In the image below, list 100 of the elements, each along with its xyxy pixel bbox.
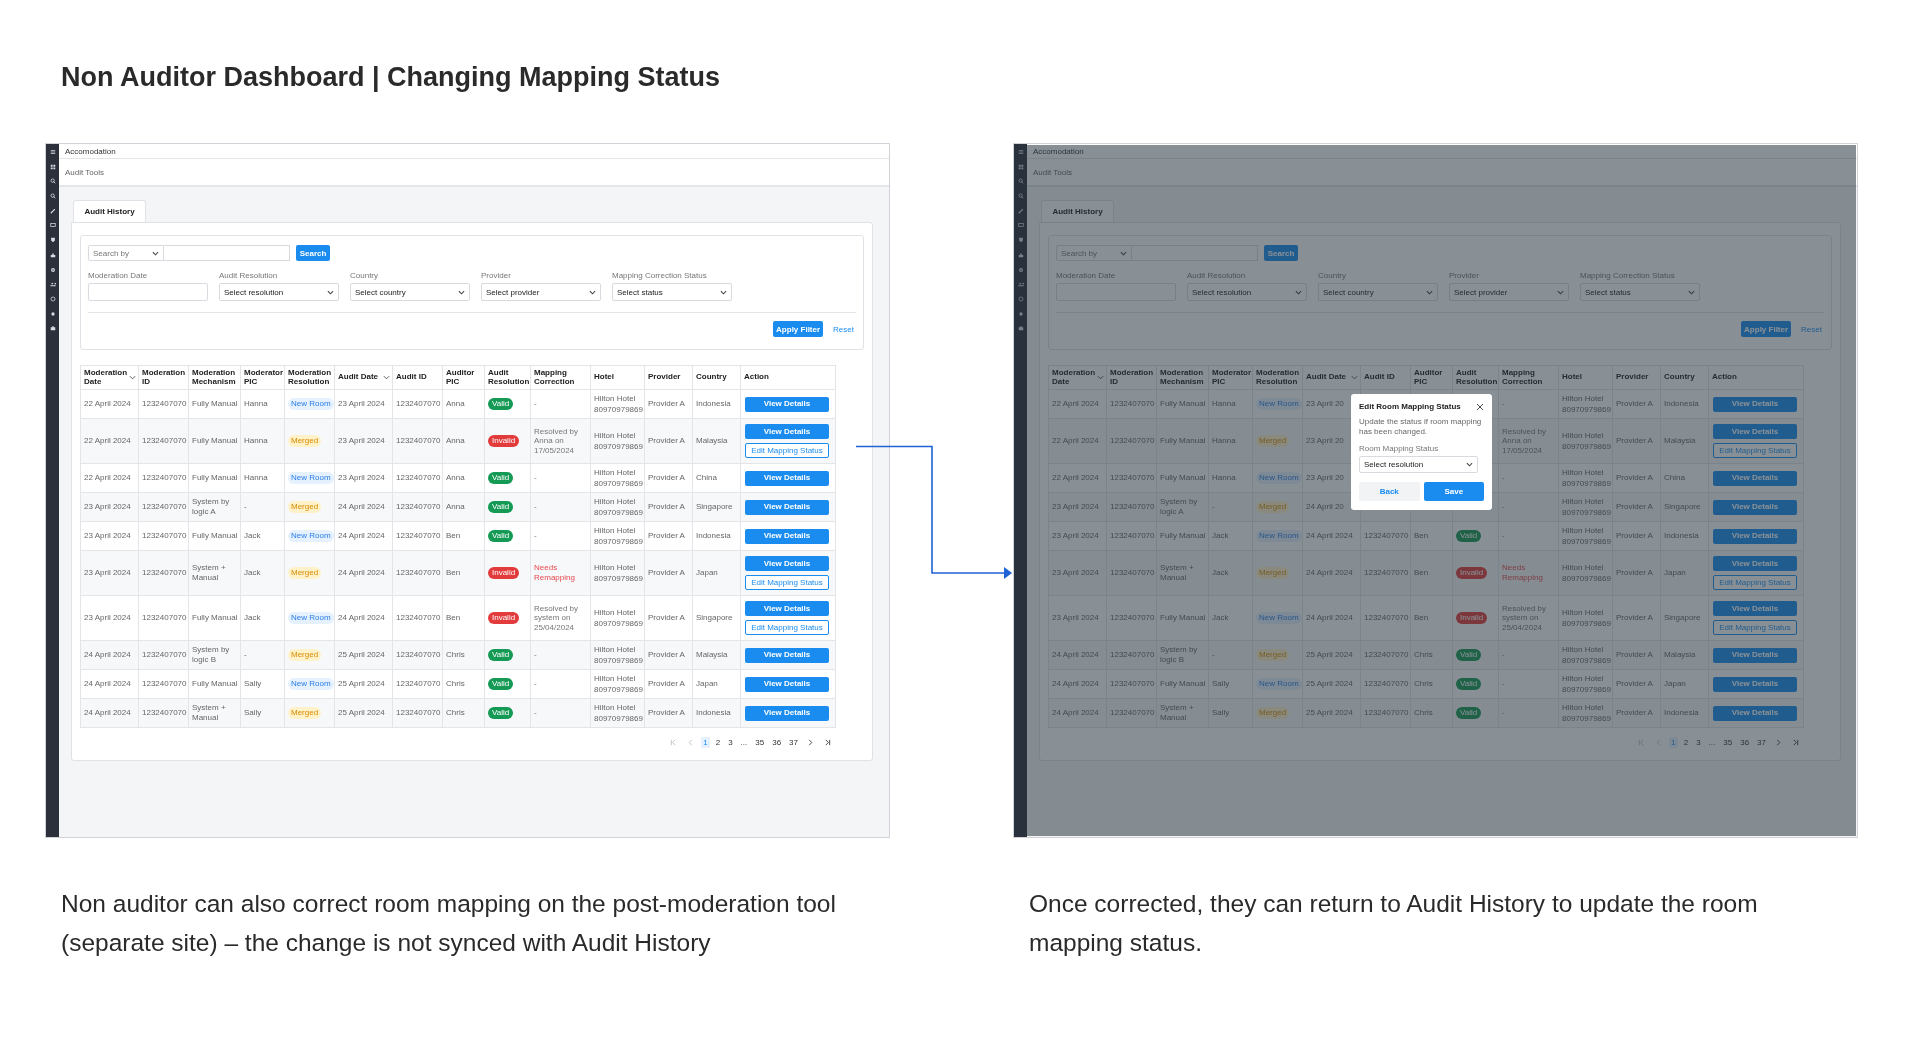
page-button[interactable]: 35 — [1721, 737, 1735, 748]
view-details-button[interactable]: View Details — [1713, 528, 1797, 544]
search-button[interactable]: Search — [296, 245, 330, 261]
page-button[interactable]: ... — [1706, 737, 1718, 748]
dot-icon[interactable] — [1017, 310, 1024, 317]
people-icon[interactable] — [49, 281, 56, 288]
view-details-button[interactable]: View Details — [1713, 470, 1797, 486]
page-button[interactable]: ... — [738, 737, 750, 748]
breadcrumb[interactable]: Accomodation — [1033, 146, 1084, 156]
tab[interactable]: Audit History — [73, 200, 146, 222]
view-details-button[interactable]: View Details — [745, 676, 829, 692]
view-details-button[interactable]: View Details — [745, 499, 829, 515]
page-button[interactable]: 37 — [787, 737, 800, 748]
filter-dropdown[interactable]: Select resolution — [219, 283, 339, 301]
page-button[interactable]: 2 — [713, 737, 723, 748]
page-button[interactable]: 3 — [1694, 737, 1703, 748]
back-button[interactable]: Back — [1359, 481, 1420, 501]
column-header[interactable]: Audit Date — [335, 366, 393, 389]
circle-icon[interactable] — [49, 295, 56, 302]
table-cell: Singapore — [696, 502, 733, 512]
stack-icon[interactable] — [49, 251, 56, 258]
page-button[interactable]: 36 — [1738, 737, 1752, 748]
view-details-button[interactable]: View Details — [745, 424, 829, 439]
chevron-down-icon[interactable] — [129, 375, 136, 380]
view-details-button[interactable]: View Details — [1713, 424, 1797, 439]
briefcase-icon[interactable] — [49, 325, 56, 332]
tab[interactable]: Audit History — [1041, 200, 1114, 222]
filter-dropdown[interactable]: Select status — [1580, 283, 1700, 301]
view-details-button[interactable]: View Details — [745, 705, 829, 721]
status-badge: New Room — [288, 678, 334, 690]
pencil-icon[interactable] — [49, 207, 56, 214]
breadcrumb[interactable]: Accomodation — [65, 146, 116, 156]
filter-dropdown[interactable]: Select provider — [1449, 283, 1569, 301]
reset-link[interactable]: Reset — [1801, 324, 1822, 334]
filter-dropdown[interactable]: Select country — [350, 283, 470, 301]
search-button[interactable]: Search — [1264, 245, 1298, 261]
view-details-button[interactable]: View Details — [1713, 556, 1797, 571]
last-page-icon[interactable] — [1792, 739, 1799, 746]
grid-icon[interactable] — [49, 163, 56, 170]
chevron-down-icon[interactable] — [383, 375, 390, 380]
last-page-icon[interactable] — [824, 739, 831, 746]
view-details-button[interactable]: View Details — [745, 601, 829, 616]
column-header[interactable]: Moderation Date — [81, 366, 139, 389]
filter-dropdown[interactable]: Select provider — [481, 283, 601, 301]
circle-icon[interactable] — [1017, 295, 1024, 302]
view-details-button[interactable]: View Details — [1713, 499, 1797, 515]
page-button[interactable]: 3 — [726, 737, 735, 748]
apply-filter-button[interactable]: Apply Filter — [773, 321, 824, 337]
page-button[interactable]: 36 — [770, 737, 784, 748]
table-cell: 23 April 2024 — [84, 613, 131, 623]
search-field[interactable] — [164, 245, 290, 261]
chevron-down-icon[interactable] — [1351, 375, 1358, 380]
search-by-dropdown[interactable]: Search by — [88, 245, 164, 261]
apply-filter-button[interactable]: Apply Filter — [1741, 321, 1792, 337]
page-title: Non Auditor Dashboard | Changing Mapping Status — [60, 61, 722, 94]
page-button[interactable]: 1 — [701, 737, 710, 748]
column-header[interactable]: Audit Date — [1303, 366, 1361, 389]
view-details-button[interactable]: View Details — [1713, 647, 1797, 663]
page-button[interactable]: 2 — [1681, 737, 1691, 748]
status-pill: Valid — [488, 678, 514, 690]
search-icon[interactable] — [1017, 193, 1024, 200]
page-button[interactable]: 1 — [1669, 737, 1678, 748]
close-icon[interactable] — [1476, 402, 1484, 411]
reset-link[interactable]: Reset — [833, 324, 854, 334]
search-icon[interactable] — [1017, 178, 1024, 185]
view-details-button[interactable]: View Details — [745, 396, 829, 412]
filter-dropdown[interactable]: Select country — [1318, 283, 1438, 301]
chevron-down-icon[interactable] — [1097, 375, 1104, 380]
dot-icon[interactable] — [49, 310, 56, 317]
caption: Non auditor can also correct room mapping on the post-moderation tool (separate site) – the change is not synced with Audit History — [61, 889, 837, 958]
edit-status-button[interactable]: Edit Mapping Status — [745, 620, 829, 635]
edit-status-button[interactable]: Edit Mapping Status — [1713, 575, 1797, 590]
view-details-button[interactable]: View Details — [745, 556, 829, 571]
filter-dropdown[interactable]: Select resolution — [1187, 283, 1307, 301]
edit-status-button[interactable]: Edit Mapping Status — [745, 443, 829, 458]
menu-icon[interactable] — [49, 149, 56, 155]
next-page-icon[interactable] — [1775, 739, 1782, 746]
page-button[interactable]: 37 — [1755, 737, 1768, 748]
edit-status-button[interactable]: Edit Mapping Status — [1713, 620, 1797, 635]
edit-status-button[interactable]: Edit Mapping Status — [745, 575, 829, 590]
view-details-button[interactable]: View Details — [1713, 601, 1797, 616]
next-page-icon[interactable] — [807, 739, 814, 746]
save-button[interactable]: Save — [1423, 481, 1484, 501]
filter-dropdown[interactable]: Select status — [612, 283, 732, 301]
edit-status-button[interactable]: Edit Mapping Status — [1713, 443, 1797, 458]
gear-icon[interactable] — [49, 266, 56, 273]
view-details-button[interactable]: View Details — [1713, 396, 1797, 412]
page-button[interactable]: 35 — [753, 737, 767, 748]
search-icon[interactable] — [49, 178, 56, 185]
view-details-button[interactable]: View Details — [745, 528, 829, 544]
view-details-button[interactable]: View Details — [745, 470, 829, 486]
status-dropdown[interactable]: Select resolution — [1359, 455, 1478, 473]
column-header[interactable]: Moderation Date — [1049, 366, 1107, 389]
search-icon[interactable] — [49, 193, 56, 200]
view-details-button[interactable]: View Details — [1713, 676, 1797, 692]
view-details-button[interactable]: View Details — [1713, 705, 1797, 721]
view-details-button[interactable]: View Details — [745, 647, 829, 663]
card-icon[interactable] — [49, 222, 56, 229]
date-field[interactable] — [88, 283, 208, 301]
shield-icon[interactable] — [49, 237, 56, 244]
